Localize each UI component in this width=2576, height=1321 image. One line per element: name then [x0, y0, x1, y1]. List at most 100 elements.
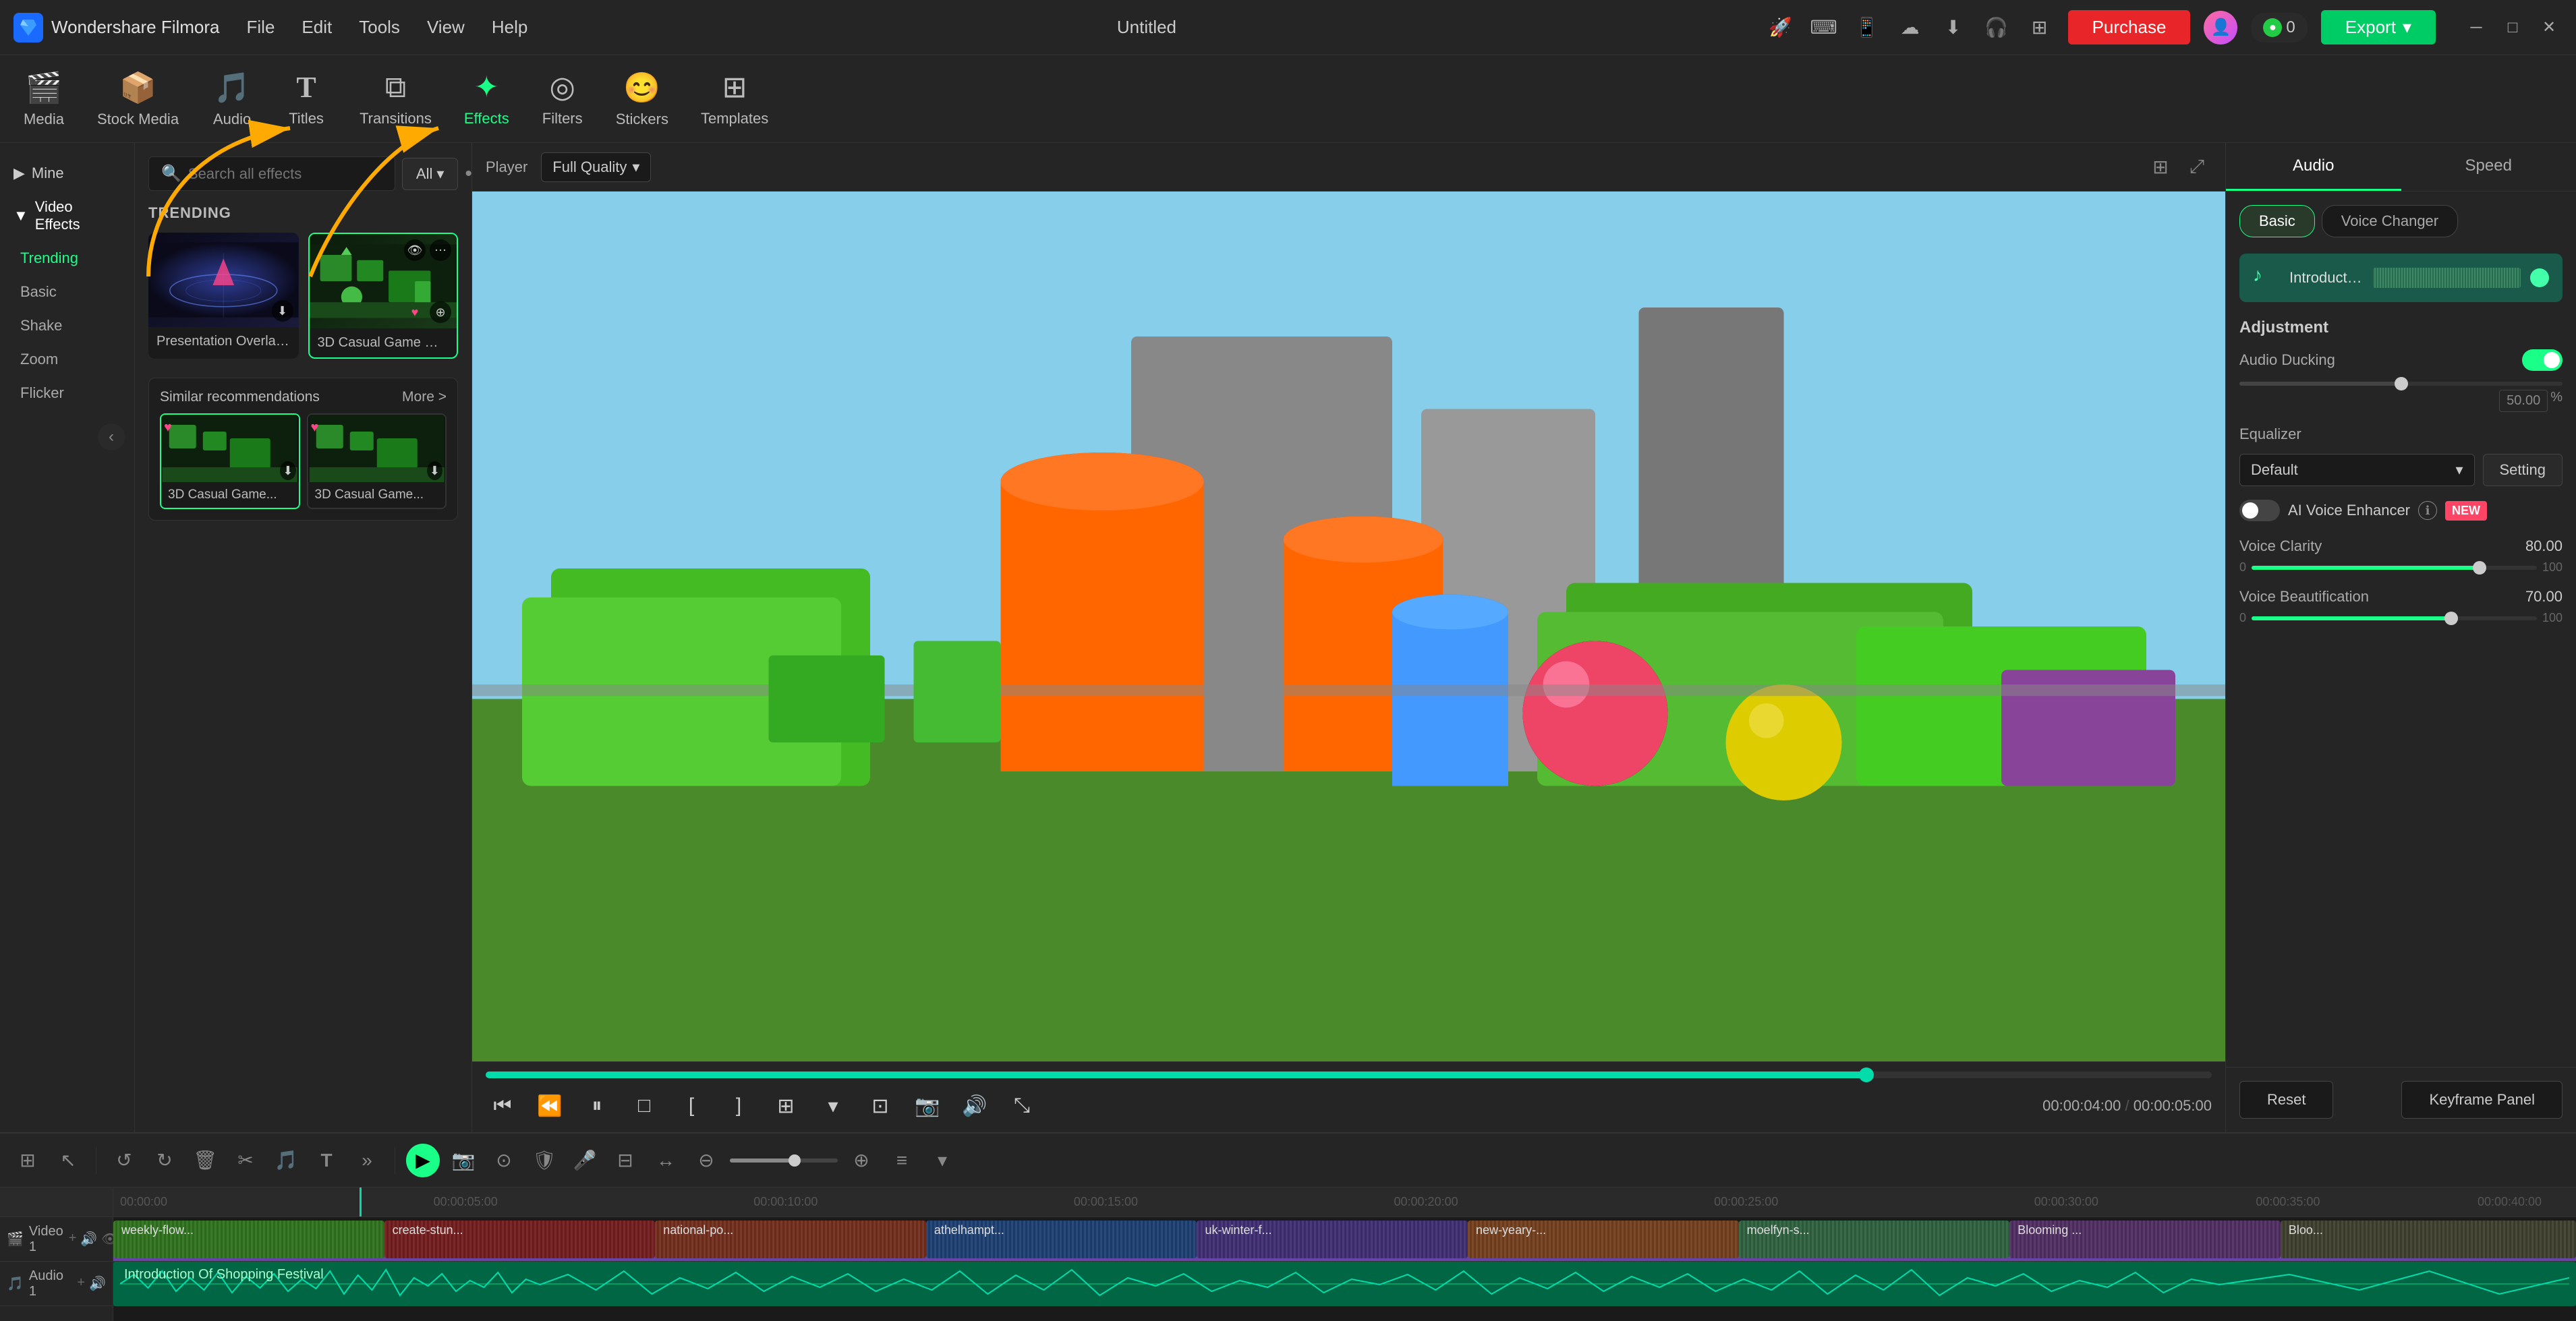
tab-speed[interactable]: Speed — [2401, 143, 2576, 191]
eye-icon-2[interactable]: 👁 — [404, 239, 426, 261]
audio1-speaker-icon[interactable]: 🔊 — [89, 1275, 106, 1292]
ducking-thumb[interactable] — [2395, 377, 2408, 390]
tl-record-btn[interactable]: ⊙ — [487, 1144, 521, 1177]
quality-select[interactable]: Full Quality ▾ — [541, 152, 651, 182]
clip-9[interactable]: Bloo... — [2281, 1221, 2576, 1258]
more-icon-2[interactable]: ⋯ — [430, 239, 451, 261]
tl-arrow-btn[interactable]: ↔ — [649, 1144, 683, 1177]
similar-card-2[interactable]: ♥ ⬇ 3D Casual Game... — [307, 413, 447, 509]
voice-clarity-slider[interactable] — [2252, 566, 2537, 570]
effect-card-3d-game[interactable]: 👁 ⋯ ♥ ⊕ 3D Casual Game Overl... — [308, 233, 459, 359]
sidebar-zoom[interactable]: Zoom — [0, 343, 134, 376]
tl-music-btn[interactable]: 🎵 — [269, 1144, 303, 1177]
voice-beauty-slider[interactable] — [2252, 616, 2537, 620]
clip-1[interactable]: weekly-flow... — [113, 1221, 384, 1258]
sidebar-shake[interactable]: Shake — [0, 309, 134, 343]
snapshot-btn[interactable]: 📷 — [911, 1089, 944, 1123]
filter-btn[interactable]: All ▾ — [402, 158, 459, 190]
menu-file[interactable]: File — [247, 17, 275, 38]
split-view-btn[interactable]: ⊞ — [2146, 152, 2175, 182]
clip-7[interactable]: moelfyn-s... — [1739, 1221, 2010, 1258]
similar-card-1[interactable]: ♥ ⬇ 3D Casual Game... — [160, 413, 300, 509]
export-button[interactable]: Export ▾ — [2321, 10, 2436, 45]
tl-delete-btn[interactable]: 🗑 — [188, 1144, 222, 1177]
eq-setting-btn[interactable]: Setting — [2483, 454, 2563, 486]
tl-list-view-btn[interactable]: ≡ — [885, 1144, 919, 1177]
download-icon-2[interactable]: ⊕ — [430, 301, 451, 323]
sidebar-trending[interactable]: Trending — [0, 241, 134, 275]
download-icon-1[interactable]: ⬇ — [272, 300, 293, 322]
search-input[interactable] — [188, 165, 382, 183]
toolbar-effects[interactable]: ✦ Effects — [448, 63, 525, 134]
layout-chevron[interactable]: ▾ — [816, 1089, 850, 1123]
tl-list-chevron[interactable]: ▾ — [925, 1144, 959, 1177]
clip-6[interactable]: new-yeary-... — [1468, 1221, 1739, 1258]
toolbar-filters[interactable]: ◎ Filters — [525, 63, 600, 134]
video1-add-icon[interactable]: + — [69, 1231, 77, 1247]
tl-expand-btn[interactable]: » — [350, 1144, 384, 1177]
tab-audio[interactable]: Audio — [2226, 143, 2401, 191]
skip-back-btn[interactable]: ⏮ — [486, 1089, 519, 1123]
sub-tab-voice-changer[interactable]: Voice Changer — [2322, 205, 2458, 237]
tl-mic-btn[interactable]: 🎤 — [568, 1144, 602, 1177]
layout-btn[interactable]: ⊞ — [769, 1089, 803, 1123]
reset-button[interactable]: Reset — [2239, 1081, 2333, 1119]
tl-play-btn[interactable]: ▶ — [406, 1144, 440, 1177]
tl-text-btn[interactable]: T — [310, 1144, 343, 1177]
similar-download-2[interactable]: ⬇ — [427, 461, 442, 479]
clip-2[interactable]: create-stun... — [384, 1221, 656, 1258]
menu-help[interactable]: Help — [492, 17, 527, 38]
toolbar-templates[interactable]: ⊞ Templates — [685, 63, 784, 134]
vc-thumb[interactable] — [2473, 561, 2486, 575]
playhead[interactable] — [360, 1187, 362, 1217]
tl-layers-btn[interactable]: ⊟ — [608, 1144, 642, 1177]
heart-icon-2[interactable]: ♥ — [404, 301, 426, 323]
ducking-slider[interactable] — [2239, 382, 2563, 386]
tl-minus-zoom[interactable]: ⊖ — [689, 1144, 723, 1177]
video1-speaker-icon[interactable]: 🔊 — [80, 1231, 97, 1247]
progress-thumb[interactable] — [1859, 1067, 1874, 1082]
tl-undo-btn[interactable]: ↺ — [107, 1144, 141, 1177]
sub-tab-basic[interactable]: Basic — [2239, 205, 2315, 237]
ai-info-icon[interactable]: ℹ — [2418, 501, 2437, 520]
maximize-button[interactable]: □ — [2499, 14, 2526, 41]
frame-forward-btn[interactable]: □ — [627, 1089, 661, 1123]
toolbar-media[interactable]: 🎬 Media — [7, 63, 81, 135]
vb-thumb[interactable] — [2444, 612, 2458, 625]
skip-bracket-left[interactable]: [ — [675, 1089, 708, 1123]
clip-4[interactable]: athelhampt... — [926, 1221, 1197, 1258]
resize-btn[interactable]: ⤡ — [1005, 1089, 1039, 1123]
frame-back-btn[interactable]: ⏪ — [533, 1089, 567, 1123]
eq-select[interactable]: Default ▾ — [2239, 454, 2475, 486]
toolbar-stickers[interactable]: 😊 Stickers — [600, 63, 685, 135]
effect-card-presentation[interactable]: ⬇ Presentation Overlay P... — [148, 233, 299, 359]
tl-plus-zoom[interactable]: ⊕ — [845, 1144, 878, 1177]
screen-record-icon[interactable]: 📱 — [1852, 13, 1882, 42]
clip-3[interactable]: national-po... — [655, 1221, 926, 1258]
toolbar-transitions[interactable]: ⧉ Transitions — [343, 64, 448, 134]
toolbar-audio[interactable]: 🎵 Audio — [195, 63, 269, 135]
zoom-thumb[interactable] — [789, 1154, 801, 1167]
headset-icon[interactable]: 🎧 — [1982, 13, 2011, 42]
tl-redo-btn[interactable]: ↻ — [148, 1144, 181, 1177]
sidebar-basic[interactable]: Basic — [0, 275, 134, 309]
tl-pointer-btn[interactable]: ↖ — [51, 1144, 85, 1177]
more-options-button[interactable]: ••• — [465, 163, 471, 185]
ducking-value[interactable]: 50.00 — [2499, 390, 2548, 412]
toolbar-stock-media[interactable]: 📦 Stock Media — [81, 63, 195, 135]
zoom-slider[interactable] — [730, 1158, 838, 1163]
clip-8[interactable]: Blooming ... — [2009, 1221, 2281, 1258]
progress-bar[interactable] — [486, 1072, 2212, 1078]
sidebar-mine-header[interactable]: ▶ Mine — [0, 156, 134, 190]
minimize-button[interactable]: ─ — [2463, 14, 2490, 41]
keyframe-panel-button[interactable]: Keyframe Panel — [2401, 1081, 2563, 1119]
audio1-add-icon[interactable]: + — [77, 1275, 85, 1292]
download-icon[interactable]: ⬇ — [1939, 13, 1968, 42]
picture-in-picture-btn[interactable]: ⊡ — [863, 1089, 897, 1123]
tl-cut-btn[interactable]: ✂ — [229, 1144, 262, 1177]
tl-grid-btn[interactable]: ⊞ — [11, 1144, 45, 1177]
rocket-icon[interactable]: 🚀 — [1766, 13, 1796, 42]
purchase-button[interactable]: Purchase — [2068, 10, 2191, 45]
cloud-icon[interactable]: ☁ — [1895, 13, 1925, 42]
sidebar-flicker[interactable]: Flicker — [0, 376, 134, 410]
